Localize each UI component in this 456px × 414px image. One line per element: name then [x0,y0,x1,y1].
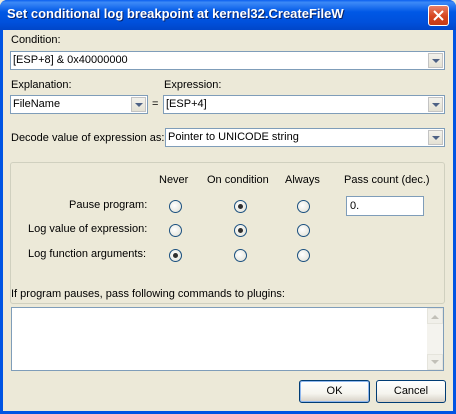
expression-value: [ESP+4] [166,98,207,110]
logvalue-always-radio[interactable] [297,224,310,237]
explanation-dropdown-button[interactable] [131,97,146,112]
explanation-value: FileName [13,98,61,110]
pause-never-radio[interactable] [169,200,182,213]
plugins-scrollbar[interactable] [427,308,443,370]
column-pass-count: Pass count (dec.) [344,174,430,186]
expression-dropdown-button[interactable] [428,97,443,112]
arrow-down-icon [431,360,439,364]
condition-combo[interactable]: [ESP+8] & 0x40000000 [10,51,445,70]
decode-value: Pointer to UNICODE string [168,131,299,143]
plugins-label: If program pauses, pass following comman… [11,288,285,300]
title-bar[interactable]: Set conditional log breakpoint at kernel… [0,0,456,30]
cancel-button[interactable]: Cancel [376,380,446,403]
chevron-down-icon [432,103,440,107]
row-log-value-label: Log value of expression: [28,223,148,235]
decode-label: Decode value of expression as: [11,132,165,144]
explanation-combo[interactable]: FileName [10,95,148,114]
explanation-label: Explanation: [11,79,72,91]
dialog-body: Condition: [ESP+8] & 0x40000000 Explanat… [3,30,453,411]
equals-sign: = [152,98,159,110]
logargs-never-radio[interactable] [169,249,182,262]
column-never: Never [159,174,189,186]
condition-dropdown-button[interactable] [428,53,443,68]
decode-combo[interactable]: Pointer to UNICODE string [165,128,445,147]
expression-label: Expression: [164,79,222,91]
decode-dropdown-button[interactable] [428,130,443,145]
arrow-up-icon [431,315,439,319]
window-title: Set conditional log breakpoint at kernel… [7,6,344,21]
plugin-commands-textarea[interactable] [11,307,444,371]
pass-count-input[interactable]: 0. [346,196,424,216]
pause-always-radio[interactable] [297,200,310,213]
pause-on-condition-radio[interactable] [234,200,247,213]
logargs-on-condition-radio[interactable] [234,249,247,262]
ok-button[interactable]: OK [299,380,370,403]
column-always: Always [285,174,320,186]
row-pause-program-label: Pause program: [69,199,148,211]
scroll-down-button[interactable] [427,354,443,370]
chevron-down-icon [432,59,440,63]
logvalue-never-radio[interactable] [169,224,182,237]
expression-combo[interactable]: [ESP+4] [163,95,445,114]
condition-value: [ESP+8] & 0x40000000 [13,54,128,66]
condition-label: Condition: [11,34,61,46]
logargs-always-radio[interactable] [297,249,310,262]
column-on-condition: On condition [207,174,269,186]
chevron-down-icon [135,103,143,107]
pass-count-value: 0. [350,200,360,212]
close-button[interactable] [428,5,449,26]
chevron-down-icon [432,136,440,140]
logvalue-on-condition-radio[interactable] [234,224,247,237]
scroll-up-button[interactable] [427,308,443,324]
close-icon [433,10,444,21]
dialog-window: Set conditional log breakpoint at kernel… [0,0,456,414]
row-log-args-label: Log function arguments: [28,248,147,260]
options-group: Never On condition Always Pass count (de… [10,162,445,304]
